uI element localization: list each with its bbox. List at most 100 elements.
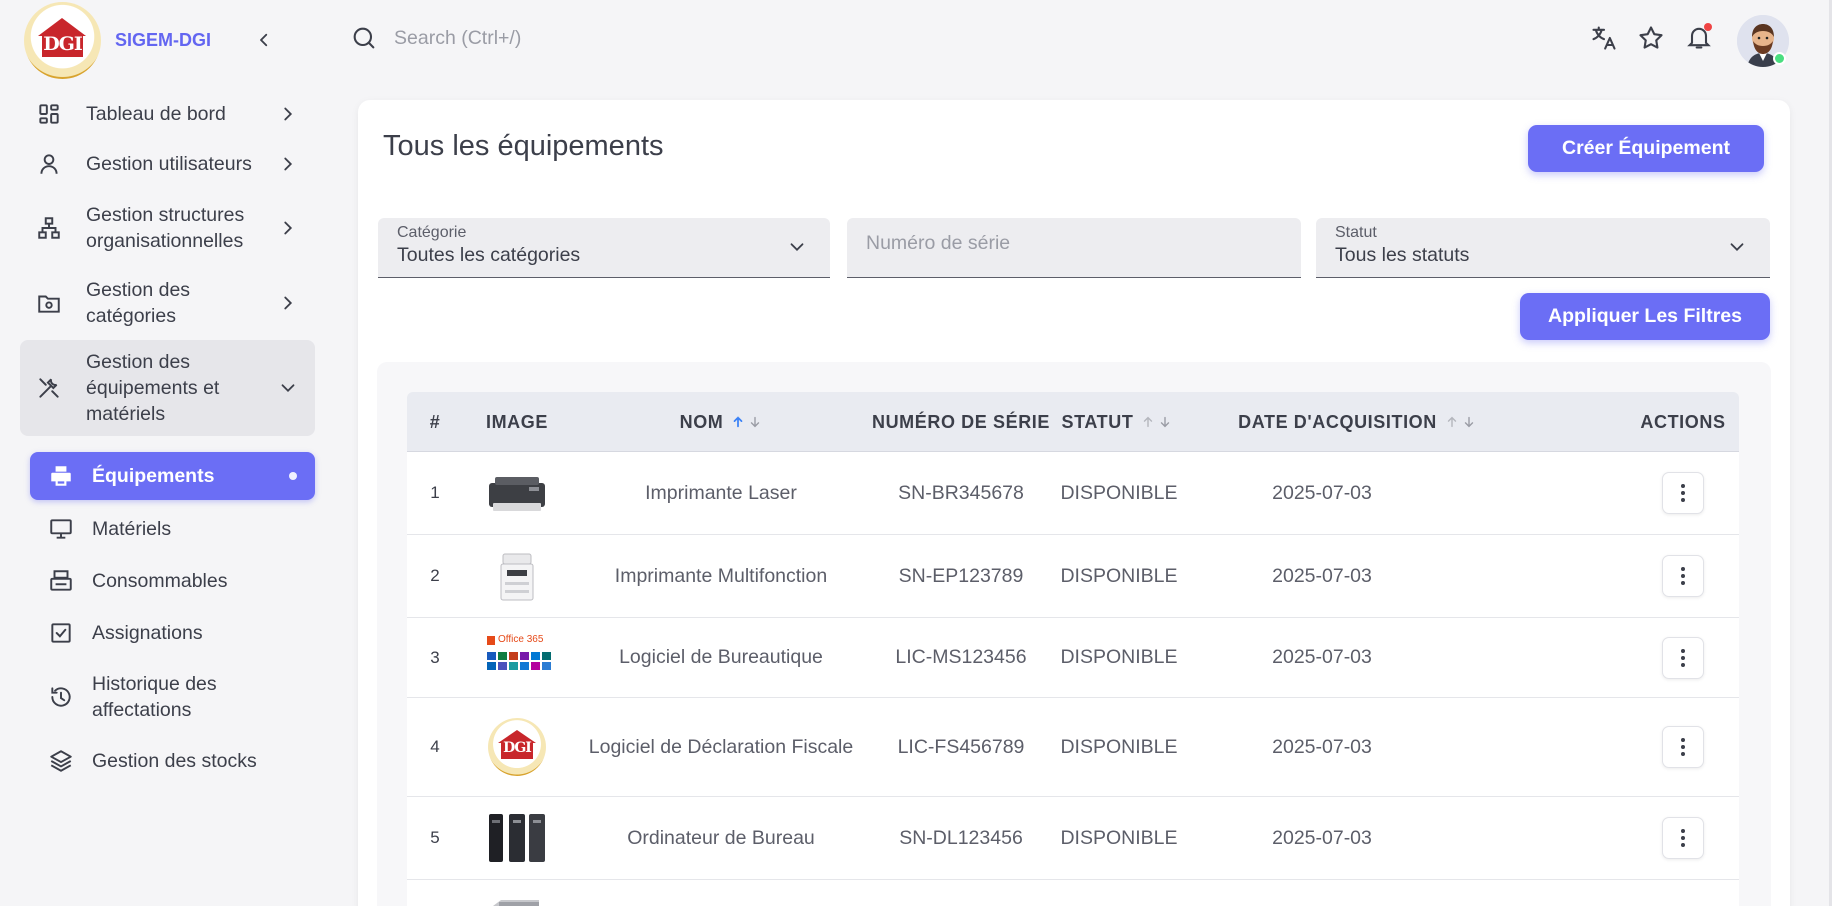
serial-number: SN-BR345678: [898, 481, 1024, 504]
row-number: 3: [430, 647, 440, 667]
sidebar-item-label: Tableau de bord: [86, 103, 226, 125]
acquisition-date: 2025-07-03: [1272, 564, 1372, 587]
sidebar-subitem-label: Assignations: [92, 622, 203, 644]
notifications-button[interactable]: [1685, 22, 1715, 52]
hierarchy-icon: [38, 217, 60, 239]
tools-icon: [39, 378, 59, 398]
row-actions-button[interactable]: [1662, 817, 1704, 859]
sort-descending-icon[interactable]: [1462, 415, 1476, 429]
office365-image: Office 365: [485, 630, 551, 686]
table-row[interactable]: 1 Imprimante Laser SN-BR345678 DISPONIBL…: [407, 452, 1739, 535]
row-actions-button[interactable]: [1662, 726, 1704, 768]
sort-ascending-icon[interactable]: [731, 415, 745, 429]
equipment-table: # IMAGE NOM NUMÉRO DE SÉRIE STATUT DATE …: [407, 392, 1739, 906]
sort-ascending-icon[interactable]: [1445, 415, 1459, 429]
table-row[interactable]: 2 Imprimante Multifonction SN-EP123789 D…: [407, 535, 1739, 618]
equipment-thumbnail-partial: [493, 900, 539, 906]
column-header-label: STATUT: [1061, 411, 1134, 432]
brand-name: SIGEM-DGI: [115, 29, 212, 50]
category-value: Toutes les catégories: [397, 244, 581, 266]
sidebar-item-equipment-group[interactable]: Gestion des équipements et matériels: [20, 340, 315, 436]
column-header-serial: NUMÉRO DE SÉRIE: [871, 411, 1051, 432]
create-equipment-button[interactable]: Créer Équipement: [1528, 125, 1764, 172]
translate-button[interactable]: [1590, 24, 1620, 54]
equipment-table-wrapper: # IMAGE NOM NUMÉRO DE SÉRIE STATUT DATE …: [377, 362, 1771, 906]
chevron-down-icon: [281, 384, 295, 393]
search-icon: [353, 27, 375, 49]
table-row[interactable]: [407, 880, 1739, 906]
sidebar-item-structures[interactable]: Gestion structures organisationnelles: [20, 190, 315, 266]
equipment-name: Logiciel de Bureautique: [619, 646, 823, 668]
sort-descending-icon[interactable]: [748, 415, 762, 429]
equipment-image: [463, 797, 571, 879]
serial-number: LIC-FS456789: [897, 735, 1025, 758]
dgi-logo: DGI: [24, 1, 101, 79]
equipment-card: Tous les équipements Créer Équipement Ca…: [358, 100, 1790, 906]
table-row[interactable]: 4 DGI Logiciel de Déclaration Fiscale LI…: [407, 698, 1739, 797]
more-vertical-icon: [1681, 829, 1685, 847]
row-actions-button[interactable]: [1662, 472, 1704, 514]
equipment-image: [463, 880, 571, 906]
table-row[interactable]: 5 Ordinateur de Bureau SN-DL123456 DISPO…: [407, 797, 1739, 880]
dgi-logo-image: DGI: [488, 718, 546, 776]
favorites-button[interactable]: [1637, 24, 1667, 54]
serial-number-field[interactable]: [847, 218, 1301, 278]
equipment-image: Office 365: [463, 618, 571, 697]
status-label: Statut: [1335, 224, 1377, 241]
sort-controls[interactable]: [1141, 415, 1172, 429]
sidebar-subitem-label: Matériels: [92, 518, 172, 540]
folder-cog-icon: [38, 295, 60, 313]
printer-icon: [51, 466, 71, 486]
column-header-name[interactable]: NOM: [571, 392, 871, 452]
status-text: DISPONIBLE: [1060, 481, 1178, 504]
office365-label: Office 365: [498, 633, 544, 645]
column-header-status[interactable]: STATUT: [1047, 392, 1187, 452]
laser-printer-image: [489, 477, 545, 511]
sort-ascending-icon[interactable]: [1141, 415, 1155, 429]
multifunction-printer-image: [500, 553, 534, 601]
sort-controls[interactable]: [1445, 415, 1476, 429]
apply-filters-button[interactable]: Appliquer Les Filtres: [1520, 293, 1770, 340]
sidebar-item-dashboard[interactable]: Tableau de bord: [20, 90, 315, 138]
category-select[interactable]: Catégorie Toutes les catégories: [378, 218, 830, 278]
sidebar-item-users[interactable]: Gestion utilisateurs: [20, 138, 315, 190]
row-actions-button[interactable]: [1662, 555, 1704, 597]
sidebar-subitem-stocks[interactable]: Gestion des stocks: [30, 735, 315, 787]
status-text: DISPONIBLE: [1060, 826, 1178, 849]
sidebar-subitem-consommables[interactable]: Consommables: [30, 555, 315, 607]
sidebar-nav: Tableau de bord Gestion utilisateurs Ges…: [20, 90, 315, 436]
translate-icon: [1592, 26, 1616, 50]
category-label: Catégorie: [397, 224, 467, 241]
column-header-date[interactable]: DATE D'ACQUISITION: [1217, 392, 1497, 452]
ink-icon: [50, 570, 72, 591]
column-header-label: DATE D'ACQUISITION: [1238, 411, 1437, 432]
table-row[interactable]: 3 Office 365 Logiciel de Bureautique LIC…: [407, 618, 1739, 698]
sidebar-subitem-equipements[interactable]: Équipements: [30, 452, 315, 500]
chevron-right-icon: [284, 157, 293, 171]
equipment-image: [463, 452, 571, 534]
status-select[interactable]: Statut Tous les statuts: [1316, 218, 1770, 278]
sort-descending-icon[interactable]: [1158, 415, 1172, 429]
search-input[interactable]: [394, 26, 814, 50]
sidebar-subitem-assignations[interactable]: Assignations: [30, 607, 315, 659]
serial-number-input[interactable]: [866, 232, 1266, 255]
equipment-name: Imprimante Laser: [645, 481, 797, 504]
acquisition-date: 2025-07-03: [1272, 735, 1372, 758]
sidebar-subnav: Équipements Matériels Consommables Assig…: [30, 452, 315, 787]
collapse-sidebar-button[interactable]: [252, 28, 276, 52]
online-status-indicator: [1773, 52, 1786, 65]
table-header: # IMAGE NOM NUMÉRO DE SÉRIE STATUT DATE …: [407, 392, 1739, 452]
column-header-image: IMAGE: [485, 411, 548, 432]
column-header-number: #: [429, 411, 441, 432]
chevron-down-icon: [1730, 243, 1744, 252]
sidebar-item-categories[interactable]: Gestion des catégories: [20, 266, 315, 340]
row-actions-button[interactable]: [1662, 636, 1704, 679]
sidebar-subitem-historique[interactable]: Historique des affectations: [30, 659, 315, 735]
row-number: 5: [430, 828, 440, 847]
sort-controls[interactable]: [731, 415, 762, 429]
acquisition-date: 2025-07-03: [1272, 481, 1372, 504]
sidebar-subitem-materiels[interactable]: Matériels: [30, 503, 315, 555]
history-icon: [51, 687, 71, 707]
brand[interactable]: DGI SIGEM-DGI: [24, 1, 212, 79]
chevron-left-icon: [260, 33, 268, 47]
